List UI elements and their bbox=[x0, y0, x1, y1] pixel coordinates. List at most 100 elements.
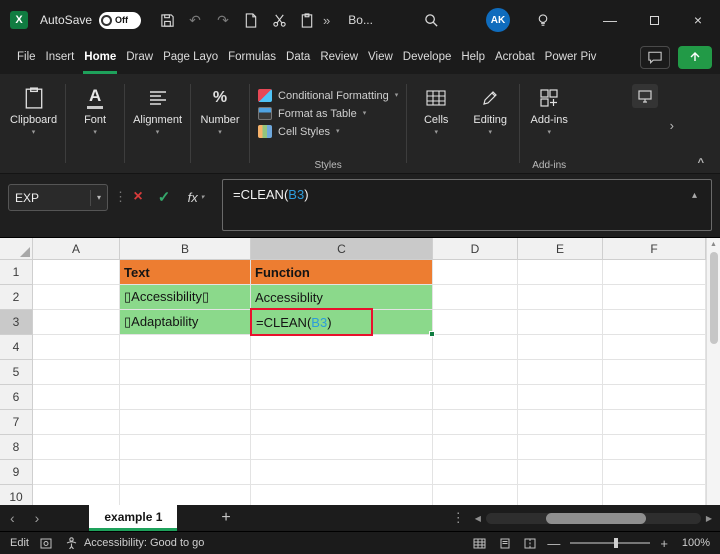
excel-logo-icon[interactable]: X bbox=[10, 11, 28, 29]
fill-handle[interactable] bbox=[429, 331, 435, 337]
row-header-5[interactable]: 5 bbox=[0, 360, 33, 385]
scroll-up-arrow-icon[interactable]: ▲ bbox=[710, 238, 717, 248]
col-header-c[interactable]: C bbox=[251, 238, 433, 260]
sheet-prev-arrow[interactable]: ‹ bbox=[0, 510, 25, 526]
tab-data[interactable]: Data bbox=[281, 40, 315, 74]
tab-view[interactable]: View bbox=[363, 40, 398, 74]
row-header-7[interactable]: 7 bbox=[0, 410, 33, 435]
cell-c5[interactable] bbox=[251, 360, 433, 385]
cell-b4[interactable] bbox=[120, 335, 251, 360]
zoom-percentage[interactable]: 100% bbox=[678, 537, 710, 549]
cell-d7[interactable] bbox=[433, 410, 518, 435]
name-box[interactable]: EXP ▾ bbox=[8, 184, 108, 211]
cell-f6[interactable] bbox=[603, 385, 706, 410]
cell-a10[interactable] bbox=[33, 485, 120, 505]
cell-b10[interactable] bbox=[120, 485, 251, 505]
zoom-out-button[interactable]: — bbox=[547, 536, 560, 551]
row-header-10[interactable]: 10 bbox=[0, 485, 33, 505]
cell-d6[interactable] bbox=[433, 385, 518, 410]
search-icon[interactable] bbox=[419, 7, 445, 33]
tab-formulas[interactable]: Formulas bbox=[223, 40, 281, 74]
cell-c7[interactable] bbox=[251, 410, 433, 435]
cell-f2[interactable] bbox=[603, 285, 706, 310]
cell-c4[interactable] bbox=[251, 335, 433, 360]
cell-e2[interactable] bbox=[518, 285, 603, 310]
horizontal-scroll-thumb[interactable] bbox=[545, 512, 646, 524]
lightbulb-icon[interactable] bbox=[530, 7, 556, 33]
collapse-ribbon-chevron[interactable]: ^ bbox=[698, 157, 704, 169]
cell-b5[interactable] bbox=[120, 360, 251, 385]
tab-power-piv[interactable]: Power Piv bbox=[540, 40, 602, 74]
cell-c1[interactable]: Function bbox=[251, 260, 433, 285]
accessibility-status[interactable]: Accessibility: Good to go bbox=[64, 537, 204, 550]
document-icon[interactable] bbox=[238, 7, 264, 33]
cell-b1[interactable]: Text bbox=[120, 260, 251, 285]
display-options-icon[interactable] bbox=[632, 84, 658, 108]
chevron-down-icon[interactable]: ▾ bbox=[89, 189, 101, 206]
cell-b8[interactable] bbox=[120, 435, 251, 460]
cell-f9[interactable] bbox=[603, 460, 706, 485]
cell-c10[interactable] bbox=[251, 485, 433, 505]
cell-b7[interactable] bbox=[120, 410, 251, 435]
cell-f7[interactable] bbox=[603, 410, 706, 435]
macro-record-icon[interactable] bbox=[39, 537, 54, 550]
page-layout-view-icon[interactable] bbox=[497, 537, 512, 550]
workbook-title[interactable]: Bo... bbox=[348, 13, 373, 27]
alignment-button[interactable]: Alignment ▾ bbox=[127, 80, 188, 141]
row-header-9[interactable]: 9 bbox=[0, 460, 33, 485]
toolbar-overflow-chevron[interactable]: » bbox=[323, 13, 330, 28]
clipboard-button[interactable]: Clipboard ▾ bbox=[4, 80, 63, 141]
cell-d5[interactable] bbox=[433, 360, 518, 385]
cell-e9[interactable] bbox=[518, 460, 603, 485]
cell-c3[interactable]: =CLEAN(B3) bbox=[250, 308, 435, 337]
cell-e7[interactable] bbox=[518, 410, 603, 435]
minimize-button[interactable]: — bbox=[588, 0, 632, 40]
undo-icon[interactable]: ↶ bbox=[182, 7, 208, 33]
styles-item-format-as-table[interactable]: Format as Table ▾ bbox=[258, 107, 398, 120]
cell-d2[interactable] bbox=[433, 285, 518, 310]
styles-item-cell-styles[interactable]: Cell Styles ▾ bbox=[258, 125, 398, 138]
cell-e8[interactable] bbox=[518, 435, 603, 460]
row-header-1[interactable]: 1 bbox=[0, 260, 33, 285]
cell-d10[interactable] bbox=[433, 485, 518, 505]
cell-e3[interactable] bbox=[518, 310, 603, 335]
clipboard-icon[interactable] bbox=[294, 7, 320, 33]
horizontal-scroll-track[interactable] bbox=[485, 512, 701, 524]
tab-acrobat[interactable]: Acrobat bbox=[490, 40, 540, 74]
cell-b9[interactable] bbox=[120, 460, 251, 485]
cell-a8[interactable] bbox=[33, 435, 120, 460]
sheet-next-arrow[interactable]: › bbox=[25, 510, 50, 526]
col-header-f[interactable]: F bbox=[603, 238, 706, 260]
cell-b2[interactable]: ▯Accessibility▯ bbox=[120, 285, 251, 310]
scroll-left-arrow-icon[interactable]: ◀ bbox=[475, 514, 481, 523]
cell-e6[interactable] bbox=[518, 385, 603, 410]
col-header-d[interactable]: D bbox=[433, 238, 518, 260]
col-header-b[interactable]: B bbox=[120, 238, 251, 260]
page-break-view-icon[interactable] bbox=[522, 537, 537, 550]
normal-view-icon[interactable] bbox=[472, 537, 487, 550]
vertical-scrollbar[interactable]: ▲ bbox=[706, 238, 720, 505]
cell-d8[interactable] bbox=[433, 435, 518, 460]
styles-item-conditional-formatting[interactable]: Conditional Formatting ▾ bbox=[258, 89, 398, 102]
add-ins-button[interactable]: Add-ins ▾ bbox=[522, 80, 576, 141]
cell-c9[interactable] bbox=[251, 460, 433, 485]
sheet-menu-dots[interactable]: ⋮ bbox=[442, 510, 475, 526]
cell-a9[interactable] bbox=[33, 460, 120, 485]
cell-a2[interactable] bbox=[33, 285, 120, 310]
cancel-icon[interactable]: × bbox=[126, 184, 150, 210]
zoom-slider-knob[interactable] bbox=[614, 538, 619, 548]
cell-f8[interactable] bbox=[603, 435, 706, 460]
comments-icon[interactable] bbox=[640, 45, 670, 69]
cell-a4[interactable] bbox=[33, 335, 120, 360]
expand-formula-bar-chevron[interactable]: ▴ bbox=[692, 190, 697, 201]
save-icon[interactable] bbox=[154, 7, 180, 33]
enter-check-icon[interactable]: ✓ bbox=[152, 184, 176, 210]
row-header-6[interactable]: 6 bbox=[0, 385, 33, 410]
cell-a7[interactable] bbox=[33, 410, 120, 435]
tab-page-layo[interactable]: Page Layo bbox=[158, 40, 223, 74]
cell-d9[interactable] bbox=[433, 460, 518, 485]
cell-a3[interactable] bbox=[33, 310, 120, 335]
cell-e1[interactable] bbox=[518, 260, 603, 285]
autosave-control[interactable]: AutoSave Off bbox=[40, 11, 142, 29]
cell-b6[interactable] bbox=[120, 385, 251, 410]
